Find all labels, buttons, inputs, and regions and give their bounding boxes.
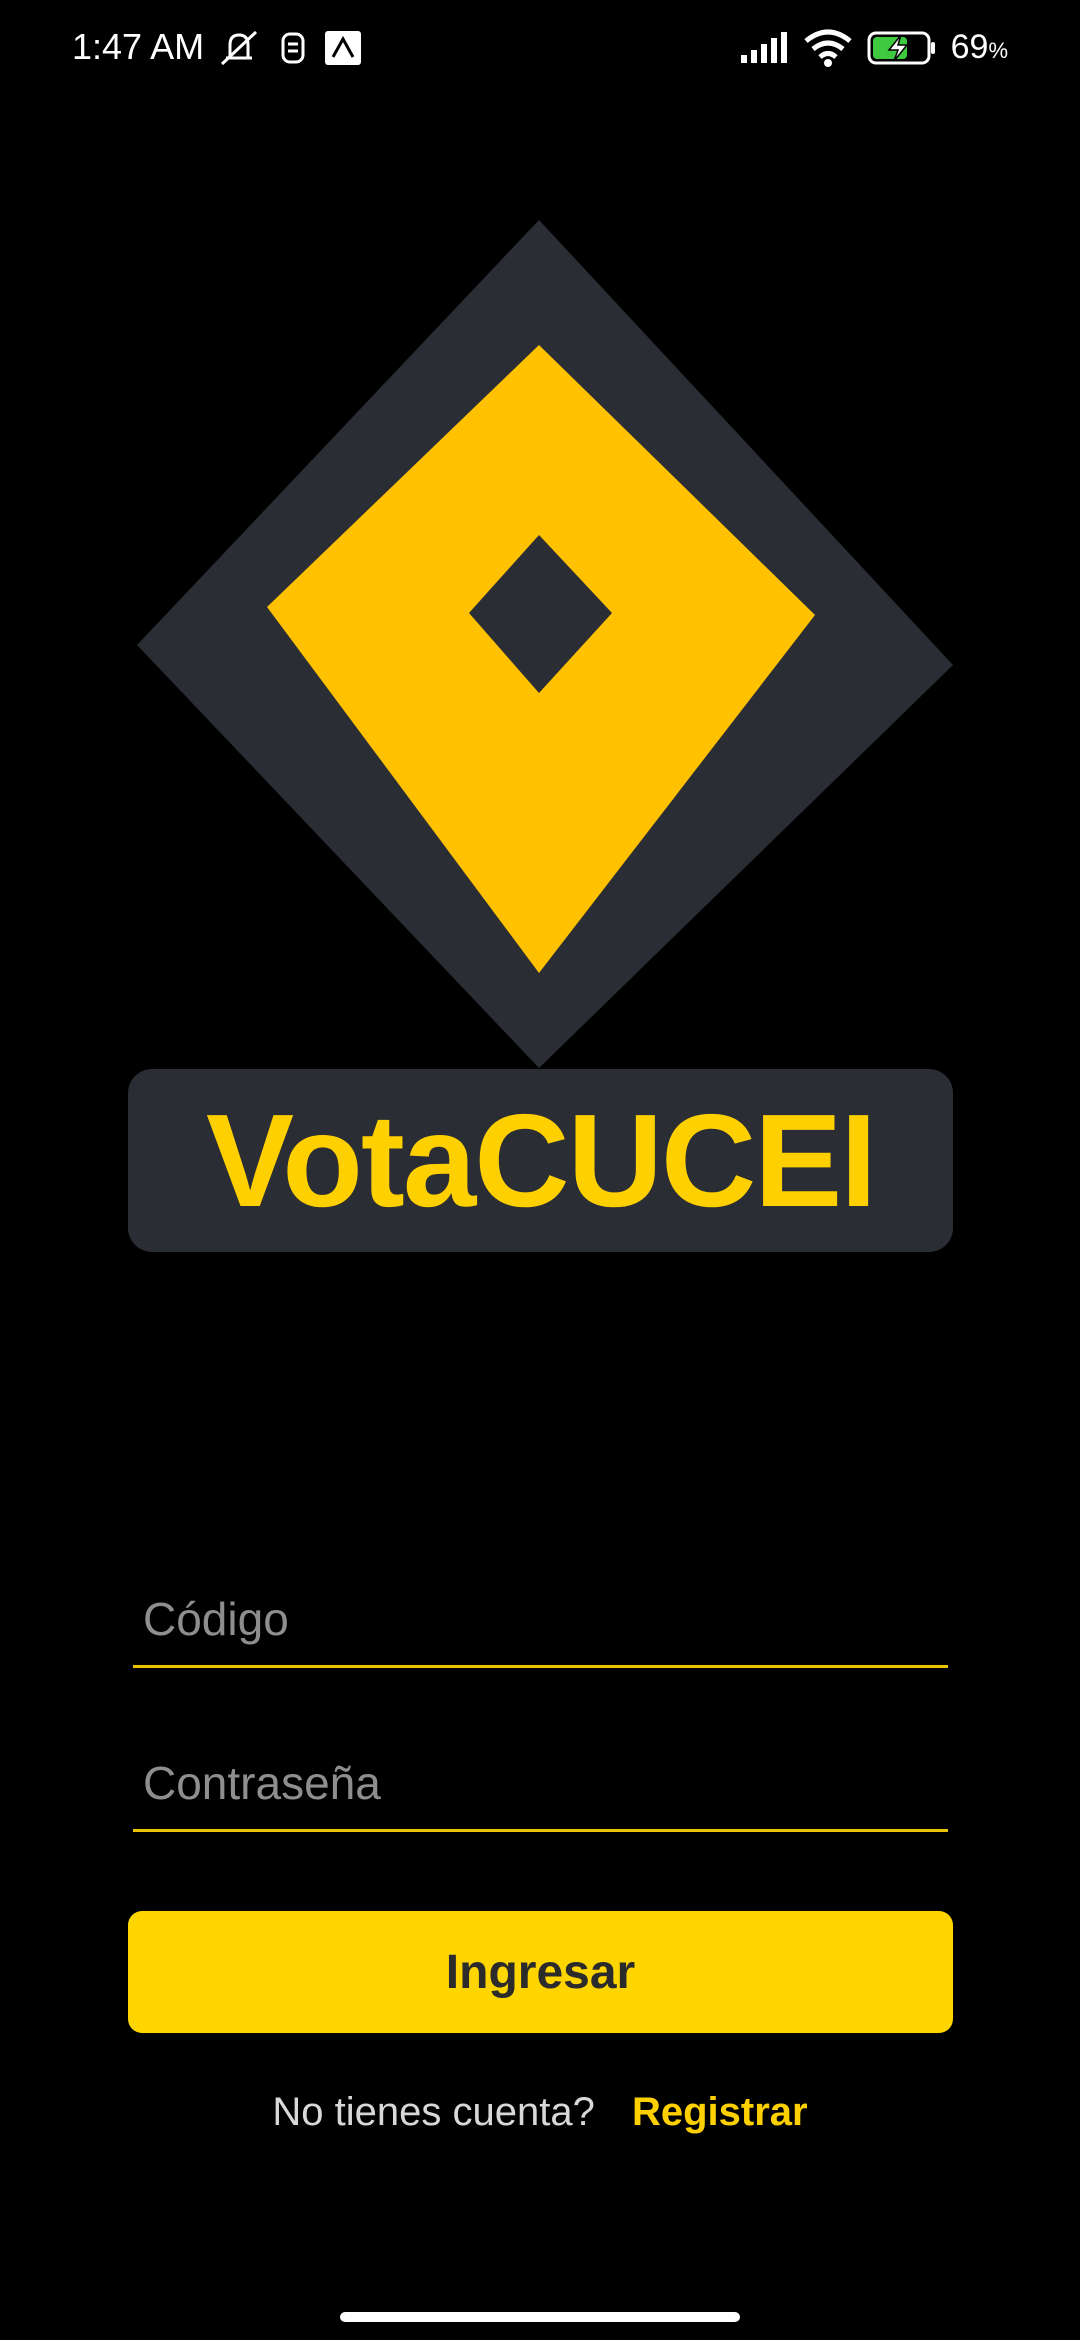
mute-icon [220, 30, 258, 66]
login-button[interactable]: Ingresar [128, 1911, 953, 2033]
brand-banner: VotaCUCEI [128, 1069, 953, 1252]
status-right-icons: 69% [739, 28, 1008, 67]
status-bar: 1:47 AM 69% [0, 0, 1080, 100]
signup-question: No tienes cuenta? [272, 2090, 595, 2134]
app-logo [137, 220, 953, 1068]
wifi-icon [804, 29, 852, 67]
battery-level: 69% [950, 28, 1008, 66]
home-indicator[interactable] [340, 2312, 740, 2322]
signal-icon [740, 31, 787, 63]
notification-icon [325, 31, 361, 65]
signup-row: No tienes cuenta? Registrar [0, 2090, 1080, 2135]
password-field [133, 1729, 948, 1832]
status-left-icons [216, 28, 362, 68]
vpn-icon [281, 32, 305, 64]
password-input[interactable] [141, 1755, 925, 1811]
code-input[interactable] [141, 1591, 925, 1647]
battery-charging-icon [867, 31, 935, 64]
status-time: 1:47 AM [72, 26, 205, 67]
code-field [133, 1565, 948, 1668]
app-title: VotaCUCEI [206, 1087, 877, 1234]
register-link[interactable]: Registrar [632, 2090, 808, 2134]
